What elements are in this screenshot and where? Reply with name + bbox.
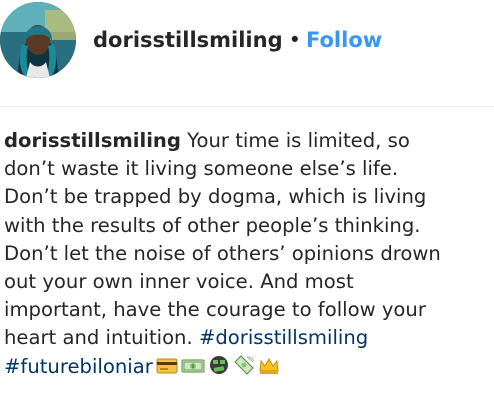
hashtag-link[interactable]: #dorisstillsmiling [199,326,368,349]
caption-line: don’t waste it living someone else’s lif… [4,157,399,181]
caption-line: out your own inner voice. And most [4,270,354,294]
caption-text: Your time is limited, so [180,129,410,152]
post-header: dorisstillsmiling • Follow [0,0,494,80]
caption-line: Don’t be trapped by dogma, which is livi… [4,185,427,209]
divider [0,106,494,107]
caption-line: Don’t let the noise of others’ opinions … [4,241,441,265]
hashtag-link[interactable]: #futurebiloniar [4,355,153,378]
caption-line: dorisstillsmiling Your time is limited, … [4,127,492,155]
separator-dot: • [288,28,301,52]
caption-line: heart and intuition. #dorisstillsmiling [4,324,492,352]
username-link[interactable]: dorisstillsmiling [93,28,283,52]
dollar-banknote-icon: $ [181,356,205,384]
money-with-wings-icon [233,354,255,384]
caption-username-link[interactable]: dorisstillsmiling [4,129,181,152]
follow-button[interactable]: Follow [306,28,382,52]
caption-line: #futurebiloniar $ [4,353,492,384]
caption-line: with the results of other people’s think… [4,213,421,237]
crown-icon [258,356,280,384]
credit-card-icon [156,356,178,384]
username-row: dorisstillsmiling • Follow [93,27,382,53]
caption-line: important, have the courage to follow yo… [4,298,426,322]
svg-text:$: $ [191,364,194,370]
caption-text: heart and intuition. [4,326,199,350]
caption: dorisstillsmiling Your time is limited, … [4,127,492,384]
avatar[interactable] [0,2,76,78]
money-mouth-icon [208,354,230,384]
